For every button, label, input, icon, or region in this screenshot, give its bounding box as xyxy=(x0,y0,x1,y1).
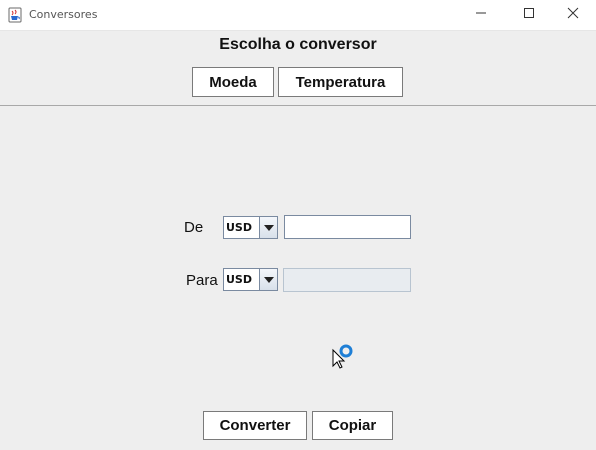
maximize-icon xyxy=(523,6,535,24)
chevron-down-icon[interactable] xyxy=(259,217,277,238)
tab-moeda-button[interactable]: Moeda xyxy=(192,67,274,97)
to-label: Para xyxy=(186,272,218,289)
convert-button[interactable]: Converter xyxy=(203,411,307,440)
page-title: Escolha o conversor xyxy=(219,36,377,53)
java-cup-icon xyxy=(8,7,22,23)
minimize-icon xyxy=(475,6,487,24)
copy-button[interactable]: Copiar xyxy=(312,411,393,440)
to-currency-select[interactable]: USD xyxy=(223,268,278,291)
close-icon xyxy=(567,6,579,24)
from-currency-value: USD xyxy=(226,221,252,234)
title-bar: Conversores xyxy=(0,0,596,31)
to-amount-output xyxy=(283,268,411,292)
from-label: De xyxy=(184,219,204,236)
close-button[interactable] xyxy=(550,0,596,30)
window-title: Conversores xyxy=(29,8,98,21)
header-separator xyxy=(0,105,596,106)
tab-temperatura-button[interactable]: Temperatura xyxy=(278,67,403,97)
busy-cursor-icon xyxy=(330,342,356,370)
converter-window: Conversores Escolha o conversor Moeda Te… xyxy=(0,0,596,450)
maximize-button[interactable] xyxy=(506,0,552,30)
from-currency-select[interactable]: USD xyxy=(223,216,278,239)
to-currency-value: USD xyxy=(226,273,252,286)
chevron-down-icon[interactable] xyxy=(259,269,277,290)
from-amount-input[interactable] xyxy=(284,215,411,239)
minimize-button[interactable] xyxy=(458,0,504,30)
